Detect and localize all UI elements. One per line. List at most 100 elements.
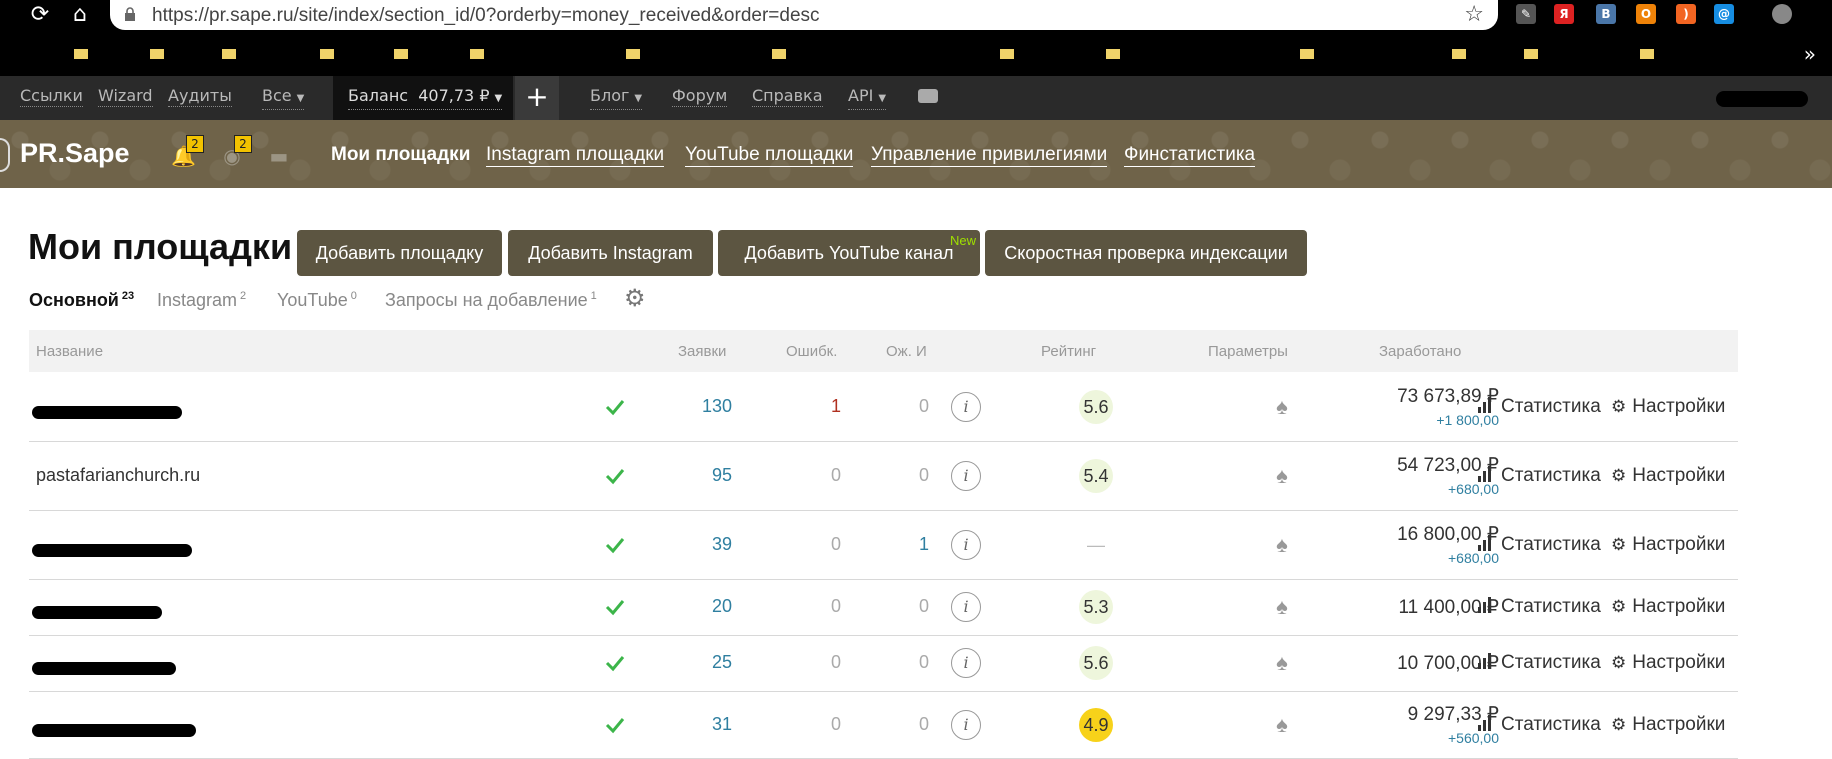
nav-api[interactable]: API ▼ xyxy=(848,86,887,110)
pending-count[interactable]: 0 xyxy=(869,652,929,673)
filter-dropdown[interactable]: Все ▼ xyxy=(262,86,305,110)
requests-count[interactable]: 130 xyxy=(672,396,732,417)
statistics-button[interactable]: Статистика xyxy=(1477,465,1601,487)
requests-count[interactable]: 25 xyxy=(672,652,732,673)
add-instagram-button[interactable]: Добавить Instagram xyxy=(508,230,713,276)
subtab-youtube[interactable]: YouTube 0 xyxy=(277,290,357,311)
folder-icon[interactable] xyxy=(150,49,164,59)
info-icon[interactable]: i xyxy=(951,460,981,491)
errors-count[interactable]: 0 xyxy=(781,714,841,735)
spade-icon[interactable]: ♠ xyxy=(1269,650,1295,676)
errors-count[interactable]: 1 xyxy=(781,396,841,417)
header-nav-youtube[interactable]: YouTube площадки xyxy=(685,144,854,167)
user-menu[interactable] xyxy=(1716,91,1808,107)
yandex-icon[interactable]: Я xyxy=(1554,4,1574,24)
th-name[interactable]: Название xyxy=(36,343,103,360)
mail-icon[interactable]: @ xyxy=(1714,4,1734,24)
add-youtube-button[interactable]: Добавить YouTube канал New xyxy=(718,230,980,276)
rss-icon[interactable]: ) xyxy=(1676,4,1696,24)
pending-count[interactable]: 0 xyxy=(869,396,929,417)
more-bookmarks-icon[interactable]: » xyxy=(1804,42,1816,66)
spade-icon[interactable]: ♠ xyxy=(1269,532,1295,558)
errors-count[interactable]: 0 xyxy=(781,596,841,617)
pending-count[interactable]: 0 xyxy=(869,596,929,617)
add-button[interactable]: + xyxy=(515,76,559,120)
chat-icon[interactable] xyxy=(918,89,938,103)
reload-icon[interactable]: ⟳ xyxy=(28,3,52,27)
subtab-requests[interactable]: Запросы на добавление 1 xyxy=(385,290,597,311)
home-icon[interactable]: ⌂ xyxy=(68,3,92,27)
folder-icon[interactable] xyxy=(394,49,408,59)
errors-count[interactable]: 0 xyxy=(781,652,841,673)
add-site-button[interactable]: Добавить площадку xyxy=(297,230,502,276)
statistics-button[interactable]: Статистика xyxy=(1477,534,1601,556)
nav-wizard[interactable]: Wizard xyxy=(98,86,153,107)
info-icon[interactable]: i xyxy=(951,709,981,740)
header-nav-my-sites[interactable]: Мои площадки xyxy=(331,144,470,166)
extension-icon[interactable]: ✎ xyxy=(1516,4,1536,24)
folder-icon[interactable] xyxy=(74,49,88,59)
th-requests[interactable]: Заявки xyxy=(678,343,726,360)
th-pending[interactable]: Ож. И xyxy=(886,343,927,360)
spade-icon[interactable]: ♠ xyxy=(1269,712,1295,738)
info-icon[interactable]: i xyxy=(951,529,981,560)
site-name[interactable]: pastafarianchurch.ru xyxy=(36,465,200,486)
nav-blog[interactable]: Блог ▼ xyxy=(590,86,643,110)
folder-icon[interactable] xyxy=(1000,49,1014,59)
th-earned[interactable]: Заработано xyxy=(1379,343,1461,360)
address-bar[interactable]: https://pr.sape.ru/site/index/section_id… xyxy=(110,0,1498,30)
header-nav-finstat[interactable]: Финстатистика xyxy=(1124,144,1256,167)
nav-forum[interactable]: Форум xyxy=(672,86,728,107)
folder-icon[interactable] xyxy=(626,49,640,59)
statistics-button[interactable]: Статистика xyxy=(1477,714,1601,736)
requests-count[interactable]: 20 xyxy=(672,596,732,617)
folder-icon[interactable] xyxy=(222,49,236,59)
gear-icon[interactable]: ⚙ xyxy=(624,286,646,310)
folder-icon[interactable] xyxy=(1524,49,1538,59)
settings-button[interactable]: ⚙ Настройки xyxy=(1611,652,1725,674)
folder-icon[interactable] xyxy=(1452,49,1466,59)
index-check-button[interactable]: Скоростная проверка индексации xyxy=(985,230,1307,276)
subtab-main[interactable]: Основной 23 xyxy=(29,290,134,311)
vk-icon[interactable]: B xyxy=(1596,4,1616,24)
settings-button[interactable]: ⚙ Настройки xyxy=(1611,534,1725,556)
pending-count[interactable]: 1 xyxy=(869,534,929,555)
requests-count[interactable]: 95 xyxy=(672,465,732,486)
logo[interactable]: PR.Sape xyxy=(20,138,130,169)
nav-links[interactable]: Ссылки xyxy=(20,86,83,107)
folder-icon[interactable] xyxy=(320,49,334,59)
spade-icon[interactable]: ♠ xyxy=(1269,594,1295,620)
folder-icon[interactable] xyxy=(1300,49,1314,59)
info-icon[interactable]: i xyxy=(951,592,981,622)
th-errors[interactable]: Ошибк. xyxy=(786,343,837,360)
info-icon[interactable]: i xyxy=(951,648,981,678)
nav-help[interactable]: Справка xyxy=(752,86,823,107)
balance-dropdown[interactable]: Баланс 407,73 ₽ ▼ xyxy=(348,86,503,110)
spade-icon[interactable]: ♠ xyxy=(1269,463,1295,489)
subtab-instagram[interactable]: Instagram 2 xyxy=(157,290,246,311)
bookmark-star-icon[interactable]: ☆ xyxy=(1464,2,1484,27)
profile-icon[interactable] xyxy=(1772,4,1792,24)
ok-icon[interactable]: О xyxy=(1636,4,1656,24)
settings-button[interactable]: ⚙ Настройки xyxy=(1611,465,1725,487)
folder-icon[interactable] xyxy=(772,49,786,59)
pending-count[interactable]: 0 xyxy=(869,714,929,735)
th-rating[interactable]: Рейтинг xyxy=(1041,343,1096,360)
requests-count[interactable]: 39 xyxy=(672,534,732,555)
pending-count[interactable]: 0 xyxy=(869,465,929,486)
settings-button[interactable]: ⚙ Настройки xyxy=(1611,396,1725,418)
statistics-button[interactable]: Статистика xyxy=(1477,396,1601,418)
folder-icon[interactable] xyxy=(1640,49,1654,59)
nav-audits[interactable]: Аудиты xyxy=(168,86,232,107)
settings-button[interactable]: ⚙ Настройки xyxy=(1611,714,1725,736)
settings-button[interactable]: ⚙ Настройки xyxy=(1611,596,1725,618)
spade-icon[interactable]: ♠ xyxy=(1269,394,1295,420)
folder-icon[interactable] xyxy=(1106,49,1120,59)
errors-count[interactable]: 0 xyxy=(781,534,841,555)
header-nav-instagram[interactable]: Instagram площадки xyxy=(486,144,665,167)
errors-count[interactable]: 0 xyxy=(781,465,841,486)
header-nav-privileges[interactable]: Управление привилегиями xyxy=(871,144,1108,167)
chat-icon[interactable]: ▬ xyxy=(268,146,290,166)
statistics-button[interactable]: Статистика xyxy=(1477,652,1601,674)
info-icon[interactable]: i xyxy=(951,391,981,422)
